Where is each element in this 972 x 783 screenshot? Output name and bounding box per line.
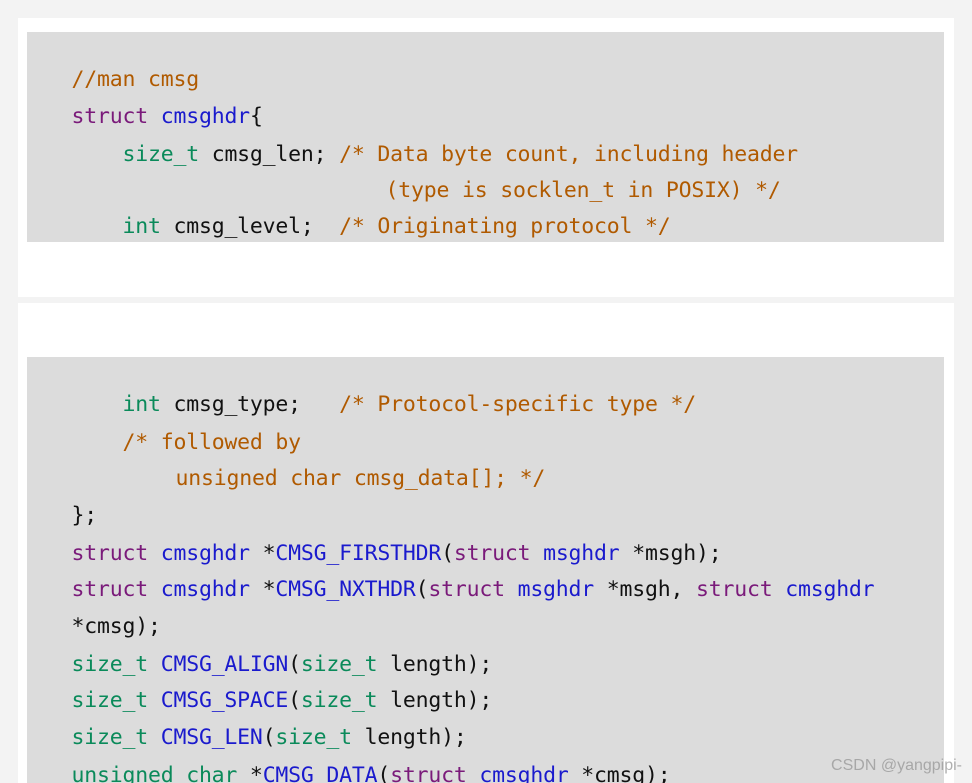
code-line-nxthdr: struct cmsghdr *CMSG_NXTHDR(struct msghd… <box>46 545 875 605</box>
code-comment: /* Protocol-specific type */ <box>339 392 696 417</box>
code-plain: *cmsg); <box>568 763 671 783</box>
code-comment: unsigned char cmsg_data[]; */ <box>175 466 546 491</box>
code-plain: cmsg_level; <box>160 214 340 239</box>
code-line-data: unsigned char *CMSG_DATA(struct cmsghdr … <box>46 731 671 783</box>
code-struct-name: cmsghdr <box>466 763 569 783</box>
code-type: int <box>122 214 161 239</box>
code-line-cmsg-level: int cmsg_level; /* Originating protocol … <box>46 182 671 242</box>
code-keyword: struct <box>696 577 773 602</box>
code-plain: * <box>249 577 276 602</box>
code-function: CMSG_NXTHDR <box>275 577 416 602</box>
code-keyword: struct <box>390 763 467 783</box>
code-struct-name: cmsghdr <box>772 577 875 602</box>
code-plain: ( <box>377 763 391 783</box>
code-plain: * <box>237 763 263 783</box>
code-struct-name: msghdr <box>504 577 595 602</box>
code-plain: ( <box>415 577 429 602</box>
code-type: size_t <box>122 142 199 167</box>
watermark: CSDN @yangpipi- <box>831 757 962 774</box>
code-keyword: struct <box>428 577 505 602</box>
code-type: unsigned char <box>71 763 238 783</box>
code-line-cmsg-data-comment: unsigned char cmsg_data[]; */ <box>150 434 546 494</box>
code-plain: cmsg_len; <box>198 142 340 167</box>
code-struct-name: cmsghdr <box>147 577 250 602</box>
code-plain: *msgh, <box>594 577 696 602</box>
code-function: CMSG_DATA <box>262 763 378 783</box>
code-comment: /* Originating protocol */ <box>339 214 671 239</box>
